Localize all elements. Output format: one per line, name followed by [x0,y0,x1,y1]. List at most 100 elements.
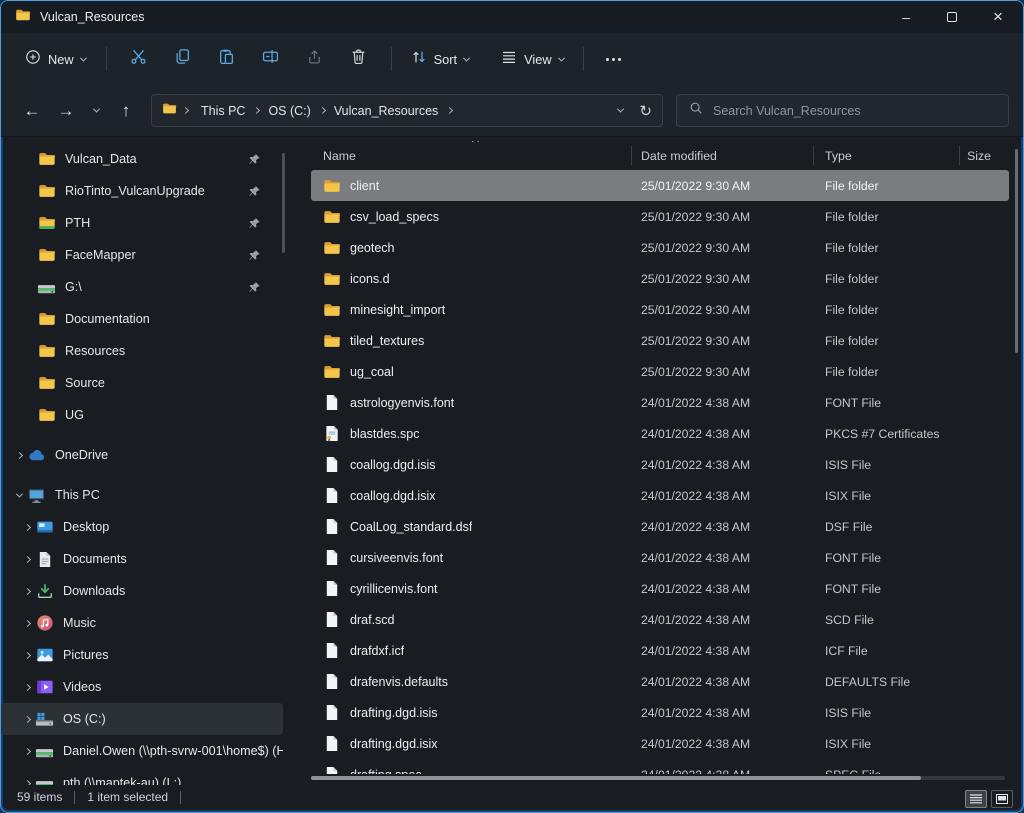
file-row[interactable]: csv_load_specs25/01/2022 9:30 AMFile fol… [311,201,1009,232]
chevron-right-icon[interactable] [19,749,35,754]
sidebar-item-onedrive[interactable]: OneDrive [1,439,283,471]
column-resize-handle[interactable] [631,146,632,165]
file-row[interactable]: astrologyenvis.font24/01/2022 4:38 AMFON… [311,387,1009,418]
pin-icon [248,249,261,262]
column-header-name[interactable]: Name [301,149,641,163]
chevron-right-icon[interactable] [19,589,35,594]
vertical-scrollbar[interactable] [1015,149,1018,353]
sidebar-item-music[interactable]: Music [1,607,283,639]
sidebar-item-g[interactable]: G:\ [1,271,283,303]
rename-button[interactable] [249,41,293,77]
file-row[interactable]: drafting.dgd.isis24/01/2022 4:38 AMISIS … [311,697,1009,728]
delete-button[interactable] [337,41,381,77]
new-button[interactable]: New [15,42,96,77]
share-button[interactable] [293,41,337,77]
file-row[interactable]: blastdes.spc24/01/2022 4:38 AMPKCS #7 Ce… [311,418,1009,449]
sidebar-item-daniel-owen-pth-svrw-001-home-h[interactable]: Daniel.Owen (\\pth-svrw-001\home$) (H [1,735,283,767]
sidebar-item-downloads[interactable]: Downloads [1,575,283,607]
sidebar-item-vulcan-data[interactable]: Vulcan_Data [1,143,283,175]
file-name: astrologyenvis.font [350,396,454,410]
column-header-date-modified[interactable]: Date modified [641,149,813,163]
file-row[interactable]: drafenvis.defaults24/01/2022 4:38 AMDEFA… [311,666,1009,697]
column-header-type[interactable]: Type [813,149,959,163]
file-row[interactable]: tiled_textures25/01/2022 9:30 AMFile fol… [311,325,1009,356]
sidebar-item-documentation[interactable]: Documentation [1,303,283,335]
breadcrumb-separator-icon[interactable] [445,108,454,113]
recent-locations-button[interactable] [83,94,109,128]
file-row[interactable]: CoalLog_standard.dsf24/01/2022 4:38 AMDS… [311,511,1009,542]
address-dropdown-icon[interactable] [617,106,624,113]
file-row[interactable]: cursiveenvis.font24/01/2022 4:38 AMFONT … [311,542,1009,573]
sidebar-item-source[interactable]: Source [1,367,283,399]
back-button[interactable]: ← [15,94,49,128]
chevron-right-icon[interactable] [19,621,35,626]
sidebar-item-riotinto-vulcanupgrade[interactable]: RioTinto_VulcanUpgrade [1,175,283,207]
chevron-down-icon[interactable] [11,493,27,498]
sidebar-item-ug[interactable]: UG [1,399,283,431]
maximize-button[interactable] [929,1,975,33]
file-row[interactable]: geotech25/01/2022 9:30 AMFile folder [311,232,1009,263]
file-row[interactable]: drafting.dgd.isix24/01/2022 4:38 AMISIX … [311,728,1009,759]
sidebar-item-facemapper[interactable]: FaceMapper [1,239,283,271]
paste-button[interactable] [205,41,249,77]
file-name: blastdes.spc [350,427,419,441]
sidebar-item-pictures[interactable]: Pictures [1,639,283,671]
column-resize-handle[interactable] [813,146,814,165]
breadcrumb-separator-icon[interactable] [252,108,261,113]
file-row[interactable]: minesight_import25/01/2022 9:30 AMFile f… [311,294,1009,325]
horizontal-scrollbar[interactable] [311,776,1005,780]
search-input[interactable] [713,104,996,118]
chevron-right-icon[interactable] [19,557,35,562]
breadcrumb-segment[interactable]: OS (C:) [261,100,317,122]
sidebar-item-videos[interactable]: Videos [1,671,283,703]
minimize-button[interactable]: – [883,1,929,33]
details-view-button[interactable] [965,790,987,808]
file-row[interactable]: drafting.spec24/01/2022 4:38 AMSPEC File [311,759,1009,774]
file-row[interactable]: coallog.dgd.isix24/01/2022 4:38 AMISIX F… [311,480,1009,511]
file-date: 24/01/2022 4:38 AM [641,396,813,410]
column-header-size[interactable]: Size [959,149,1009,163]
sort-button[interactable]: Sort [402,42,478,77]
cut-button[interactable] [117,41,161,77]
folder-icon [37,342,56,361]
search-box[interactable] [676,94,1009,127]
file-row[interactable]: draf.scd24/01/2022 4:38 AMSCD File [311,604,1009,635]
sidebar-scrollbar[interactable] [282,153,285,253]
sort-ascending-icon [472,141,479,145]
file-row[interactable]: coallog.dgd.isis24/01/2022 4:38 AMISIS F… [311,449,1009,480]
sidebar-item-pth-maptek-au-l[interactable]: pth (\\maptek-au) (L:) [1,767,283,785]
sidebar-item-label: Documentation [65,312,150,326]
pin-icon [248,281,261,294]
sidebar-item-pth[interactable]: PTH [1,207,283,239]
file-row[interactable]: ug_coal25/01/2022 9:30 AMFile folder [311,356,1009,387]
file-row[interactable]: client25/01/2022 9:30 AMFile folder [311,170,1009,201]
sidebar-item-resources[interactable]: Resources [1,335,283,367]
file-row[interactable]: drafdxf.icf24/01/2022 4:38 AMICF File [311,635,1009,666]
copy-button[interactable] [161,41,205,77]
chevron-right-icon[interactable] [19,685,35,690]
breadcrumb-segment[interactable]: Vulcan_Resources [327,100,445,122]
forward-button[interactable]: → [49,94,83,128]
breadcrumb-segment[interactable]: This PC [194,100,252,122]
sidebar-item-this-pc[interactable]: This PC [1,479,283,511]
view-button[interactable]: View [492,42,573,77]
sidebar-item-desktop[interactable]: Desktop [1,511,283,543]
chevron-right-icon[interactable] [19,653,35,658]
up-button[interactable]: ↑ [109,94,143,128]
breadcrumb-separator-icon[interactable] [318,108,327,113]
documents-icon [35,550,54,569]
file-icon [323,642,341,660]
close-button[interactable]: × [975,1,1021,33]
file-row[interactable]: cyrillicenvis.font24/01/2022 4:38 AMFONT… [311,573,1009,604]
address-bar[interactable]: This PC OS (C:) Vulcan_Resources ↻ [151,94,663,127]
thumbnails-view-button[interactable] [991,790,1013,808]
more-options-button[interactable] [594,58,633,61]
file-row[interactable]: icons.d25/01/2022 9:30 AMFile folder [311,263,1009,294]
refresh-icon[interactable]: ↻ [639,102,652,120]
chevron-right-icon[interactable] [19,717,35,722]
sidebar-item-documents[interactable]: Documents [1,543,283,575]
column-resize-handle[interactable] [959,146,960,165]
sidebar-item-os-c[interactable]: OS (C:) [1,703,283,735]
chevron-right-icon[interactable] [11,453,27,458]
chevron-right-icon[interactable] [19,525,35,530]
